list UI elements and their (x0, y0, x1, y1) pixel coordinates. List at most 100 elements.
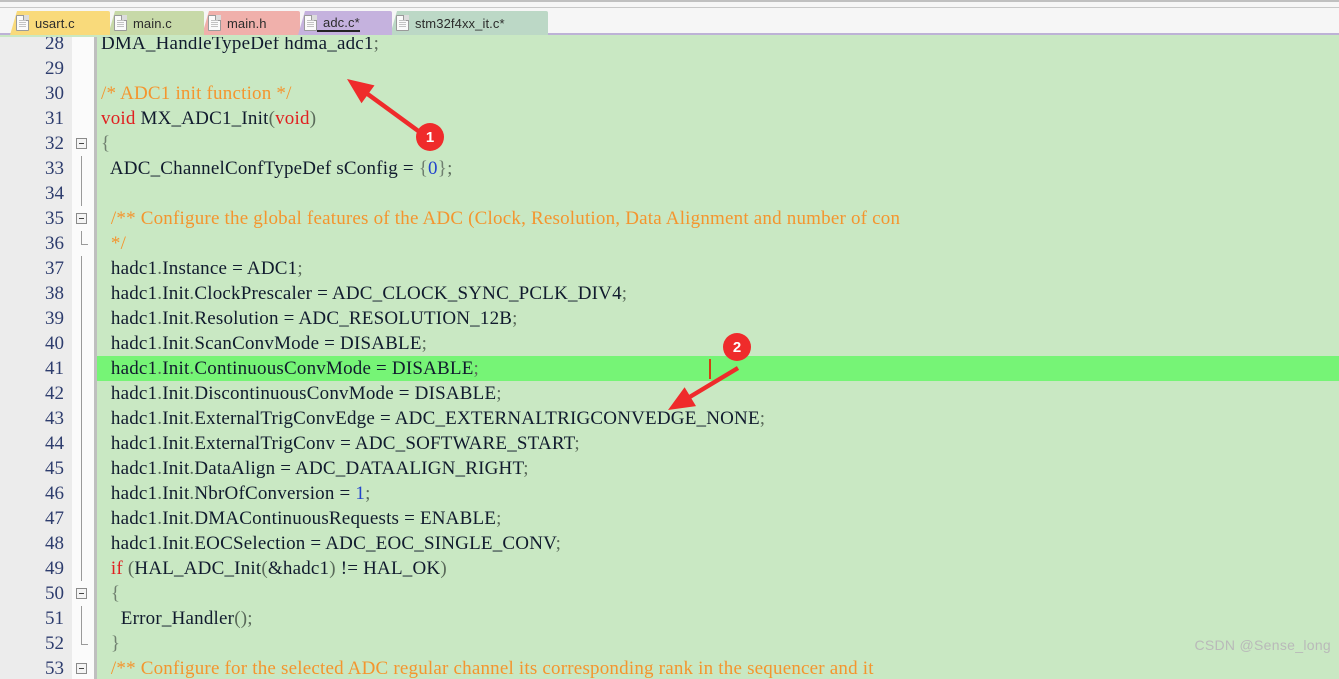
line-number: 38 (45, 283, 64, 304)
line-number: 32 (45, 133, 64, 154)
editor-tab-label: main.h (227, 15, 267, 31)
code-row[interactable]: 41 hadc1.Init.ContinuousConvMode = DISAB… (0, 356, 1339, 381)
code-line-text: /** Configure the global features of the… (110, 208, 901, 229)
code-line-text: hadc1.Init.ExternalTrigConv = ADC_SOFTWA… (101, 433, 580, 454)
code-row[interactable]: 46 hadc1.Init.NbrOfConversion = 1; (0, 481, 1339, 506)
line-number: 30 (45, 83, 64, 104)
line-number: 42 (45, 383, 64, 404)
code-row[interactable]: 37 hadc1.Instance = ADC1; (0, 256, 1339, 281)
fold-guide-line (81, 306, 82, 331)
line-number: 28 (45, 37, 64, 54)
code-line-text: DMA_HandleTypeDef hdma_adc1; (101, 37, 380, 54)
fold-guide-line (81, 281, 82, 306)
code-row[interactable]: 28 DMA_HandleTypeDef hdma_adc1; (0, 37, 1339, 56)
line-number: 43 (45, 408, 64, 429)
editor-tab-stm32f4xx-it-c[interactable]: stm32f4xx_it.c* (390, 11, 548, 35)
fold-guide-line (81, 381, 82, 406)
fold-guide-line (81, 181, 82, 206)
fold-guide-line (81, 406, 82, 431)
line-number: 44 (45, 433, 64, 454)
code-row[interactable]: 35 /** Configure the global features of … (0, 206, 1339, 231)
code-line-text: /** Configure for the selected ADC regul… (110, 658, 874, 679)
code-line-text: hadc1.Init.ScanConvMode = DISABLE; (101, 333, 428, 354)
code-editor[interactable]: 28 DMA_HandleTypeDef hdma_adc1; 29 30 /* ADC… (0, 37, 1339, 679)
code-line-text: hadc1.Init.ClockPrescaler = ADC_CLOCK_SY… (101, 283, 628, 304)
code-row[interactable]: 52 } (0, 631, 1339, 656)
code-line-text: hadc1.Init.NbrOfConversion = 1; (101, 483, 371, 504)
line-number: 37 (45, 258, 64, 279)
code-row[interactable]: 33 ADC_ChannelConfTypeDef sConfig = {0}; (0, 156, 1339, 181)
line-number: 48 (45, 533, 64, 554)
line-number: 29 (45, 58, 64, 79)
line-number: 49 (45, 558, 64, 579)
line-number: 53 (45, 658, 64, 679)
fold-guide-line (81, 506, 82, 531)
line-number: 39 (45, 308, 64, 329)
code-line-text: } (110, 633, 121, 654)
annotation-badge-1: 1 (416, 123, 444, 151)
code-row[interactable]: 47 hadc1.Init.DMAContinuousRequests = EN… (0, 506, 1339, 531)
code-row[interactable]: 39 hadc1.Init.Resolution = ADC_RESOLUTIO… (0, 306, 1339, 331)
fold-guide-line (81, 231, 82, 244)
code-line-text: */ (110, 233, 127, 254)
code-row[interactable]: 49 if (HAL_ADC_Init(&hadc1) != HAL_OK) (0, 556, 1339, 581)
line-number: 50 (45, 583, 64, 604)
fold-guide-line (81, 456, 82, 481)
watermark: CSDN @Sense_long (1194, 637, 1331, 653)
line-number: 35 (45, 208, 64, 229)
line-number: 47 (45, 508, 64, 529)
fold-guide-line (81, 331, 82, 356)
editor-tab-label: stm32f4xx_it.c* (415, 15, 505, 31)
code-row[interactable]: 36 */ (0, 231, 1339, 256)
file-icon (208, 15, 221, 31)
code-row[interactable]: 53 /** Configure for the selected ADC re… (0, 656, 1339, 679)
line-number: 46 (45, 483, 64, 504)
code-line-text: hadc1.Init.EOCSelection = ADC_EOC_SINGLE… (101, 533, 562, 554)
file-icon (304, 15, 317, 31)
line-number: 34 (45, 183, 64, 204)
annotation-badge-2: 2 (723, 333, 751, 361)
code-row[interactable]: 31 void MX_ADC1_Init(void) (0, 106, 1339, 131)
fold-guide-line (81, 531, 82, 556)
fold-toggle-icon[interactable] (76, 213, 87, 224)
fold-guide-line (81, 156, 82, 181)
code-line-text: Error_Handler(); (101, 608, 253, 629)
code-row[interactable]: 51 Error_Handler(); (0, 606, 1339, 631)
editor-tab-adc-c[interactable]: adc.c* (298, 11, 392, 35)
file-icon (114, 15, 127, 31)
window-top-strip (0, 0, 1339, 8)
code-row[interactable]: 40 hadc1.Init.ScanConvMode = DISABLE; (0, 331, 1339, 356)
fold-toggle-icon[interactable] (76, 588, 87, 599)
code-row[interactable]: 34 (0, 181, 1339, 206)
code-row[interactable]: 43 hadc1.Init.ExternalTrigConvEdge = ADC… (0, 406, 1339, 431)
editor-tab-main-h[interactable]: main.h (202, 11, 300, 35)
fold-toggle-icon[interactable] (76, 663, 87, 674)
code-row[interactable]: 38 hadc1.Init.ClockPrescaler = ADC_CLOCK… (0, 281, 1339, 306)
code-row[interactable]: 50 { (0, 581, 1339, 606)
top-divider (0, 0, 1339, 2)
code-line-text: hadc1.Init.DataAlign = ADC_DATAALIGN_RIG… (101, 458, 529, 479)
file-icon (396, 15, 409, 31)
code-row[interactable]: 30 /* ADC1 init function */ (0, 81, 1339, 106)
fold-toggle-icon[interactable] (76, 138, 87, 149)
code-line-text: /* ADC1 init function */ (101, 83, 292, 104)
editor-tab-bar[interactable]: usart.c main.c main.h adc.c* stm32f4xx_it.c* (0, 8, 1339, 35)
editor-tab-label: usart.c (35, 15, 75, 31)
line-number: 52 (45, 633, 64, 654)
code-line-text: void MX_ADC1_Init(void) (101, 108, 317, 129)
code-row[interactable]: 29 (0, 56, 1339, 81)
line-number: 45 (45, 458, 64, 479)
code-line-text: hadc1.Init.ContinuousConvMode = DISABLE; (101, 358, 480, 379)
code-row[interactable]: 48 hadc1.Init.EOCSelection = ADC_EOC_SIN… (0, 531, 1339, 556)
code-row[interactable]: 45 hadc1.Init.DataAlign = ADC_DATAALIGN_… (0, 456, 1339, 481)
editor-tab-usart-c[interactable]: usart.c (10, 11, 110, 35)
code-row[interactable]: 44 hadc1.Init.ExternalTrigConv = ADC_SOF… (0, 431, 1339, 456)
editor-tab-main-c[interactable]: main.c (108, 11, 204, 35)
code-row[interactable]: 42 hadc1.Init.DiscontinuousConvMode = DI… (0, 381, 1339, 406)
fold-guide-line (81, 481, 82, 506)
code-line-text: hadc1.Init.DiscontinuousConvMode = DISAB… (101, 383, 502, 404)
editor-tab-label: main.c (133, 15, 172, 31)
code-row[interactable]: 32 { (0, 131, 1339, 156)
line-number: 33 (45, 158, 64, 179)
fold-guide-line (81, 356, 82, 381)
